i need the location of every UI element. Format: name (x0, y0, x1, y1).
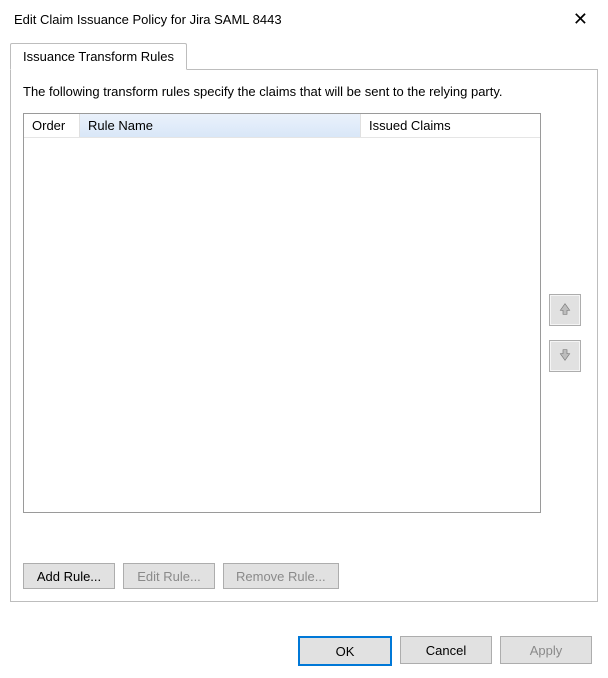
titlebar: Edit Claim Issuance Policy for Jira SAML… (0, 0, 608, 36)
column-issued-claims[interactable]: Issued Claims (360, 114, 540, 137)
column-order[interactable]: Order (24, 114, 79, 137)
add-rule-button[interactable]: Add Rule... (23, 563, 115, 589)
close-icon[interactable]: ✕ (567, 8, 594, 30)
rules-table[interactable]: Order Rule Name Issued Claims (23, 113, 541, 513)
tab-panel: The following transform rules specify th… (10, 69, 598, 602)
column-rule-name[interactable]: Rule Name (79, 114, 360, 137)
move-down-button[interactable] (549, 340, 581, 372)
tab-strip: Issuance Transform Rules (10, 43, 598, 70)
cancel-button[interactable]: Cancel (400, 636, 492, 664)
rules-header: Order Rule Name Issued Claims (24, 114, 540, 138)
remove-rule-button[interactable]: Remove Rule... (223, 563, 339, 589)
arrow-up-icon (557, 301, 573, 320)
window-title: Edit Claim Issuance Policy for Jira SAML… (14, 12, 282, 27)
apply-button[interactable]: Apply (500, 636, 592, 664)
tab-issuance-transform-rules[interactable]: Issuance Transform Rules (10, 43, 187, 70)
rules-area: Order Rule Name Issued Claims (23, 113, 585, 553)
edit-rule-button[interactable]: Edit Rule... (123, 563, 215, 589)
ok-button[interactable]: OK (298, 636, 392, 666)
dialog-button-row: OK Cancel Apply (298, 636, 592, 666)
rule-button-row: Add Rule... Edit Rule... Remove Rule... (23, 563, 585, 589)
rules-body (24, 138, 540, 512)
arrow-down-icon (557, 347, 573, 366)
dialog-content: Issuance Transform Rules The following t… (10, 42, 598, 602)
reorder-buttons (549, 113, 585, 553)
description-text: The following transform rules specify th… (23, 84, 585, 99)
move-up-button[interactable] (549, 294, 581, 326)
